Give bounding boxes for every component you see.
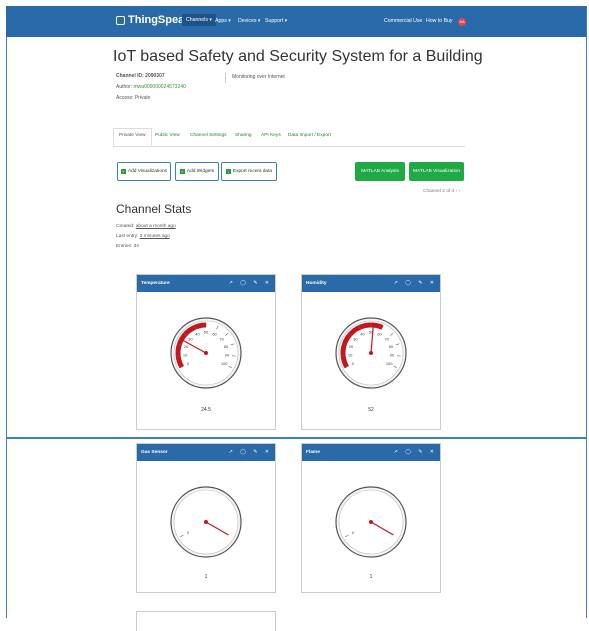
gauge-tick-label: 20 bbox=[349, 344, 354, 349]
widget-card-temperature: Temperature↗ ◯ ✎ ✕ 010203040506070809010… bbox=[136, 274, 276, 430]
add-visualizations-button[interactable]: +Add Visualizations bbox=[117, 162, 171, 181]
widget-title: Gas Sensor bbox=[141, 450, 168, 455]
created-label: Created: bbox=[116, 224, 136, 229]
nav-support[interactable]: Support ▾ bbox=[265, 18, 287, 24]
user-avatar[interactable]: AA bbox=[458, 18, 466, 26]
gauge-tick-label: 20 bbox=[184, 344, 189, 349]
gauge-tick-label: 60 bbox=[212, 331, 217, 336]
channel-stats-title: Channel Stats bbox=[116, 202, 191, 216]
author-label: Author: bbox=[116, 84, 134, 90]
widget-header: Humidity ↗ ◯ ✎ ✕ bbox=[302, 275, 440, 292]
add-widgets-label: Add Widgets bbox=[187, 169, 214, 174]
thingspeak-logo-icon bbox=[116, 16, 125, 25]
widget-value: 1 bbox=[302, 574, 440, 580]
channel-author: Author: mwa000000024573240 bbox=[116, 84, 186, 90]
channel-access: Access: Private bbox=[116, 95, 150, 101]
add-visualizations-label: Add Visualizations bbox=[128, 169, 167, 174]
gauge-tick-label: 100 bbox=[221, 361, 228, 366]
gauge-flame: 0 bbox=[302, 464, 440, 574]
tab-private-view[interactable]: Private View bbox=[113, 128, 152, 146]
gauge-tick-label: 90 bbox=[390, 353, 395, 358]
channel-id: Channel ID: 2090307 bbox=[116, 73, 165, 79]
widget-value: 24.5 bbox=[137, 407, 275, 413]
channel-description: Monitoring over Internet bbox=[232, 74, 285, 80]
widget-value: 1 bbox=[137, 574, 275, 580]
nav-channels[interactable]: Channels ▾ bbox=[182, 14, 216, 26]
nav-devices[interactable]: Devices ▾ bbox=[238, 18, 261, 24]
gauge-tick-label: 60 bbox=[377, 331, 382, 336]
gauge-tick-label: 100 bbox=[386, 361, 393, 366]
stat-entries: Entries: 34 bbox=[116, 244, 139, 249]
plus-icon: + bbox=[180, 169, 185, 174]
gauge-tick-label: 80 bbox=[389, 344, 394, 349]
gauge-tick-label: 40 bbox=[360, 331, 365, 336]
brand-name: ThingSpeak bbox=[128, 14, 190, 26]
gauge-temperature: 0102030405060708090100 bbox=[137, 295, 275, 405]
tab-data-import-export[interactable]: Data Import / Export bbox=[288, 133, 331, 138]
download-icon: ↓ bbox=[226, 169, 231, 174]
gauge-gas-sensor: 0 bbox=[137, 464, 275, 574]
widget-card-partial bbox=[136, 611, 276, 631]
gauge-tick-label: 70 bbox=[219, 336, 224, 341]
widget-card-flame: Flame ↗ ◯ ✎ ✕ 0 1 bbox=[301, 443, 441, 593]
widget-title: Flame bbox=[306, 450, 320, 455]
matlab-visualization-button[interactable]: MATLAB Visualization bbox=[409, 162, 464, 181]
widget-title: Temperature bbox=[141, 281, 170, 286]
gauge-tick-label: 50 bbox=[204, 330, 209, 335]
plus-icon: + bbox=[121, 169, 126, 174]
last-entry-label: Last entry: bbox=[116, 234, 140, 239]
widget-action-icons[interactable]: ↗ ◯ ✎ ✕ bbox=[229, 449, 272, 455]
gauge-hub bbox=[369, 520, 373, 524]
widget-header: Temperature ↗ ◯ ✎ ✕ bbox=[137, 275, 275, 292]
gauge-tick-label: 30 bbox=[188, 336, 193, 341]
author-link[interactable]: mwa000000024573240 bbox=[134, 84, 186, 90]
stat-last-entry: Last entry: 3 minutes ago bbox=[116, 234, 170, 239]
gauge-tick-label: 10 bbox=[348, 353, 353, 358]
widget-header: Flame ↗ ◯ ✎ ✕ bbox=[302, 444, 440, 461]
export-label: Export recent data bbox=[233, 169, 272, 174]
gauge-humidity: 0102030405060708090100 bbox=[302, 295, 440, 405]
widget-action-icons[interactable]: ↗ ◯ ✎ ✕ bbox=[229, 280, 272, 286]
window-frame bbox=[6, 6, 587, 618]
widget-card-humidity: Humidity↗ ◯ ✎ ✕ 0102030405060708090100 5… bbox=[301, 274, 441, 430]
gauge-tick-label: 80 bbox=[224, 344, 229, 349]
gauge-tick-label: 70 bbox=[384, 336, 389, 341]
gauge-tick-label: 40 bbox=[195, 331, 200, 336]
last-entry-value: 3 minutes ago bbox=[140, 234, 170, 239]
widget-action-icons[interactable]: ↗ ◯ ✎ ✕ bbox=[394, 449, 437, 455]
nav-apps[interactable]: Apps ▾ bbox=[215, 18, 231, 24]
nav-how-to-buy[interactable]: How to Buy bbox=[426, 18, 453, 24]
widget-card-gas-sensor: Gas Sensor ↗ ◯ ✎ ✕ 0 1 bbox=[136, 443, 276, 593]
tab-channel-settings[interactable]: Channel Settings bbox=[190, 133, 227, 138]
export-recent-data-button[interactable]: ↓Export recent data bbox=[221, 162, 277, 181]
channel-title: IoT based Safety and Security System for… bbox=[113, 48, 483, 66]
gauge-tick-label: 10 bbox=[183, 353, 188, 358]
channel-pager[interactable]: Channel 2 of 4 ‹ › bbox=[423, 189, 460, 194]
gauge-hub bbox=[204, 520, 208, 524]
stat-created: Created: about a month ago bbox=[116, 224, 176, 229]
tab-api-keys[interactable]: API Keys bbox=[261, 133, 281, 138]
tab-public-view[interactable]: Public View bbox=[155, 133, 180, 138]
gauge-tick-label: 30 bbox=[353, 336, 358, 341]
channel-tabs: Private View Public View Channel Setting… bbox=[113, 128, 465, 147]
matlab-analysis-button[interactable]: MATLAB Analysis bbox=[355, 162, 405, 181]
page-break-line bbox=[6, 437, 586, 439]
widget-action-icons[interactable]: ↗ ◯ ✎ ✕ bbox=[394, 280, 437, 286]
gauge-hub bbox=[369, 351, 373, 355]
widget-title: Humidity bbox=[306, 281, 327, 286]
tab-sharing[interactable]: Sharing bbox=[235, 133, 252, 138]
created-value: about a month ago bbox=[136, 224, 176, 229]
add-widgets-button[interactable]: +Add Widgets bbox=[175, 162, 219, 181]
nav-commercial-use[interactable]: Commercial Use bbox=[384, 18, 422, 24]
widget-value: 52 bbox=[302, 407, 440, 413]
top-navbar: ThingSpeak™ Channels ▾ Apps ▾ Devices ▾ … bbox=[6, 6, 586, 37]
widget-header: Gas Sensor ↗ ◯ ✎ ✕ bbox=[137, 444, 275, 461]
gauge-hub bbox=[204, 351, 208, 355]
gauge-tick-label: 90 bbox=[225, 353, 230, 358]
meta-divider bbox=[225, 73, 226, 83]
